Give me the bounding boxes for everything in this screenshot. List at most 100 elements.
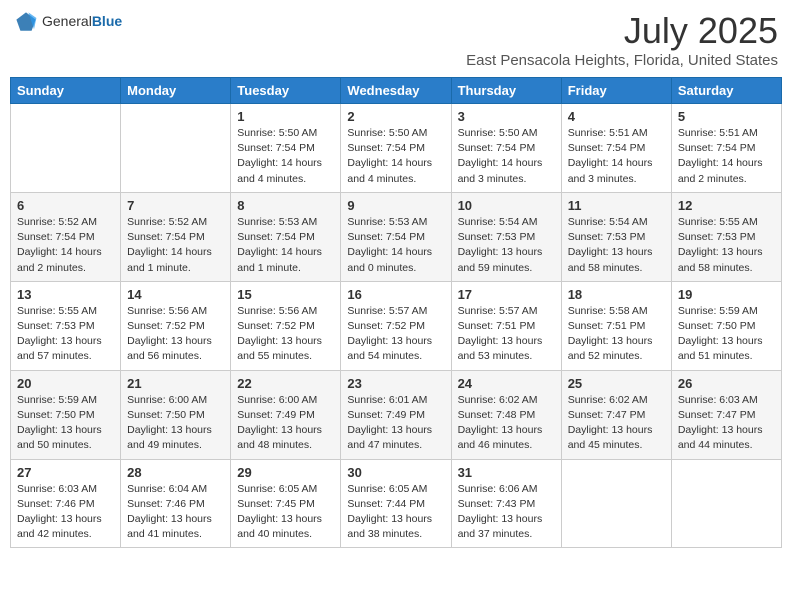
day-info: Sunrise: 5:58 AMSunset: 7:51 PMDaylight:… xyxy=(568,304,665,365)
calendar-cell: 14 Sunrise: 5:56 AMSunset: 7:52 PMDaylig… xyxy=(121,281,231,370)
day-info: Sunrise: 6:06 AMSunset: 7:43 PMDaylight:… xyxy=(458,482,555,543)
day-number: 28 xyxy=(127,465,224,480)
calendar-cell: 11 Sunrise: 5:54 AMSunset: 7:53 PMDaylig… xyxy=(561,192,671,281)
calendar-cell: 13 Sunrise: 5:55 AMSunset: 7:53 PMDaylig… xyxy=(11,281,121,370)
day-info: Sunrise: 5:54 AMSunset: 7:53 PMDaylight:… xyxy=(568,215,665,276)
day-number: 21 xyxy=(127,376,224,391)
day-info: Sunrise: 5:52 AMSunset: 7:54 PMDaylight:… xyxy=(17,215,114,276)
calendar-cell: 1 Sunrise: 5:50 AMSunset: 7:54 PMDayligh… xyxy=(231,104,341,193)
calendar-week-5: 27 Sunrise: 6:03 AMSunset: 7:46 PMDaylig… xyxy=(11,459,782,548)
day-number: 7 xyxy=(127,198,224,213)
calendar-cell: 10 Sunrise: 5:54 AMSunset: 7:53 PMDaylig… xyxy=(451,192,561,281)
calendar-cell xyxy=(671,459,781,548)
calendar-cell xyxy=(11,104,121,193)
day-number: 23 xyxy=(347,376,444,391)
day-info: Sunrise: 5:59 AMSunset: 7:50 PMDaylight:… xyxy=(17,393,114,454)
logo-general: GeneralBlue xyxy=(42,13,122,31)
day-number: 15 xyxy=(237,287,334,302)
calendar-cell: 7 Sunrise: 5:52 AMSunset: 7:54 PMDayligh… xyxy=(121,192,231,281)
calendar-cell: 8 Sunrise: 5:53 AMSunset: 7:54 PMDayligh… xyxy=(231,192,341,281)
calendar-cell: 4 Sunrise: 5:51 AMSunset: 7:54 PMDayligh… xyxy=(561,104,671,193)
calendar-cell: 24 Sunrise: 6:02 AMSunset: 7:48 PMDaylig… xyxy=(451,370,561,459)
month-title: July 2025 xyxy=(466,10,778,52)
calendar-cell: 18 Sunrise: 5:58 AMSunset: 7:51 PMDaylig… xyxy=(561,281,671,370)
calendar-cell: 29 Sunrise: 6:05 AMSunset: 7:45 PMDaylig… xyxy=(231,459,341,548)
day-info: Sunrise: 5:51 AMSunset: 7:54 PMDaylight:… xyxy=(678,126,775,187)
weekday-header-saturday: Saturday xyxy=(671,78,781,104)
calendar-week-2: 6 Sunrise: 5:52 AMSunset: 7:54 PMDayligh… xyxy=(11,192,782,281)
day-number: 10 xyxy=(458,198,555,213)
day-number: 12 xyxy=(678,198,775,213)
day-number: 20 xyxy=(17,376,114,391)
day-number: 26 xyxy=(678,376,775,391)
calendar-cell: 12 Sunrise: 5:55 AMSunset: 7:53 PMDaylig… xyxy=(671,192,781,281)
calendar-cell xyxy=(121,104,231,193)
day-info: Sunrise: 5:53 AMSunset: 7:54 PMDaylight:… xyxy=(347,215,444,276)
day-number: 19 xyxy=(678,287,775,302)
day-info: Sunrise: 5:59 AMSunset: 7:50 PMDaylight:… xyxy=(678,304,775,365)
day-info: Sunrise: 5:50 AMSunset: 7:54 PMDaylight:… xyxy=(458,126,555,187)
day-number: 27 xyxy=(17,465,114,480)
calendar-cell: 30 Sunrise: 6:05 AMSunset: 7:44 PMDaylig… xyxy=(341,459,451,548)
calendar-cell: 9 Sunrise: 5:53 AMSunset: 7:54 PMDayligh… xyxy=(341,192,451,281)
calendar-cell: 17 Sunrise: 5:57 AMSunset: 7:51 PMDaylig… xyxy=(451,281,561,370)
calendar-cell: 3 Sunrise: 5:50 AMSunset: 7:54 PMDayligh… xyxy=(451,104,561,193)
weekday-header-tuesday: Tuesday xyxy=(231,78,341,104)
calendar-table: SundayMondayTuesdayWednesdayThursdayFrid… xyxy=(10,77,782,548)
day-number: 25 xyxy=(568,376,665,391)
weekday-header-monday: Monday xyxy=(121,78,231,104)
day-info: Sunrise: 5:50 AMSunset: 7:54 PMDaylight:… xyxy=(237,126,334,187)
calendar-cell: 2 Sunrise: 5:50 AMSunset: 7:54 PMDayligh… xyxy=(341,104,451,193)
day-info: Sunrise: 6:00 AMSunset: 7:49 PMDaylight:… xyxy=(237,393,334,454)
calendar-cell: 23 Sunrise: 6:01 AMSunset: 7:49 PMDaylig… xyxy=(341,370,451,459)
day-info: Sunrise: 6:05 AMSunset: 7:45 PMDaylight:… xyxy=(237,482,334,543)
calendar-cell: 19 Sunrise: 5:59 AMSunset: 7:50 PMDaylig… xyxy=(671,281,781,370)
day-number: 22 xyxy=(237,376,334,391)
day-info: Sunrise: 5:55 AMSunset: 7:53 PMDaylight:… xyxy=(678,215,775,276)
day-info: Sunrise: 6:02 AMSunset: 7:47 PMDaylight:… xyxy=(568,393,665,454)
day-info: Sunrise: 5:57 AMSunset: 7:52 PMDaylight:… xyxy=(347,304,444,365)
logo: GeneralBlue xyxy=(14,10,122,34)
calendar-week-1: 1 Sunrise: 5:50 AMSunset: 7:54 PMDayligh… xyxy=(11,104,782,193)
day-number: 6 xyxy=(17,198,114,213)
day-number: 4 xyxy=(568,109,665,124)
day-number: 16 xyxy=(347,287,444,302)
day-number: 24 xyxy=(458,376,555,391)
weekday-header-friday: Friday xyxy=(561,78,671,104)
logo-icon xyxy=(14,10,38,34)
page-header: GeneralBlue July 2025 East Pensacola Hei… xyxy=(10,10,782,69)
day-info: Sunrise: 6:05 AMSunset: 7:44 PMDaylight:… xyxy=(347,482,444,543)
day-info: Sunrise: 6:01 AMSunset: 7:49 PMDaylight:… xyxy=(347,393,444,454)
day-info: Sunrise: 6:00 AMSunset: 7:50 PMDaylight:… xyxy=(127,393,224,454)
day-info: Sunrise: 5:53 AMSunset: 7:54 PMDaylight:… xyxy=(237,215,334,276)
day-info: Sunrise: 5:55 AMSunset: 7:53 PMDaylight:… xyxy=(17,304,114,365)
day-info: Sunrise: 6:03 AMSunset: 7:47 PMDaylight:… xyxy=(678,393,775,454)
calendar-cell xyxy=(561,459,671,548)
day-number: 13 xyxy=(17,287,114,302)
day-info: Sunrise: 6:02 AMSunset: 7:48 PMDaylight:… xyxy=(458,393,555,454)
calendar-cell: 5 Sunrise: 5:51 AMSunset: 7:54 PMDayligh… xyxy=(671,104,781,193)
weekday-header-row: SundayMondayTuesdayWednesdayThursdayFrid… xyxy=(11,78,782,104)
day-info: Sunrise: 6:04 AMSunset: 7:46 PMDaylight:… xyxy=(127,482,224,543)
weekday-header-wednesday: Wednesday xyxy=(341,78,451,104)
calendar-cell: 25 Sunrise: 6:02 AMSunset: 7:47 PMDaylig… xyxy=(561,370,671,459)
calendar-week-4: 20 Sunrise: 5:59 AMSunset: 7:50 PMDaylig… xyxy=(11,370,782,459)
calendar-week-3: 13 Sunrise: 5:55 AMSunset: 7:53 PMDaylig… xyxy=(11,281,782,370)
calendar-cell: 22 Sunrise: 6:00 AMSunset: 7:49 PMDaylig… xyxy=(231,370,341,459)
weekday-header-thursday: Thursday xyxy=(451,78,561,104)
day-number: 17 xyxy=(458,287,555,302)
day-info: Sunrise: 5:50 AMSunset: 7:54 PMDaylight:… xyxy=(347,126,444,187)
day-number: 30 xyxy=(347,465,444,480)
day-number: 3 xyxy=(458,109,555,124)
day-info: Sunrise: 5:56 AMSunset: 7:52 PMDaylight:… xyxy=(127,304,224,365)
day-number: 2 xyxy=(347,109,444,124)
day-number: 8 xyxy=(237,198,334,213)
day-info: Sunrise: 5:57 AMSunset: 7:51 PMDaylight:… xyxy=(458,304,555,365)
calendar-cell: 20 Sunrise: 5:59 AMSunset: 7:50 PMDaylig… xyxy=(11,370,121,459)
day-number: 5 xyxy=(678,109,775,124)
day-number: 9 xyxy=(347,198,444,213)
calendar-cell: 21 Sunrise: 6:00 AMSunset: 7:50 PMDaylig… xyxy=(121,370,231,459)
location-title: East Pensacola Heights, Florida, United … xyxy=(466,52,778,69)
day-number: 18 xyxy=(568,287,665,302)
day-number: 29 xyxy=(237,465,334,480)
